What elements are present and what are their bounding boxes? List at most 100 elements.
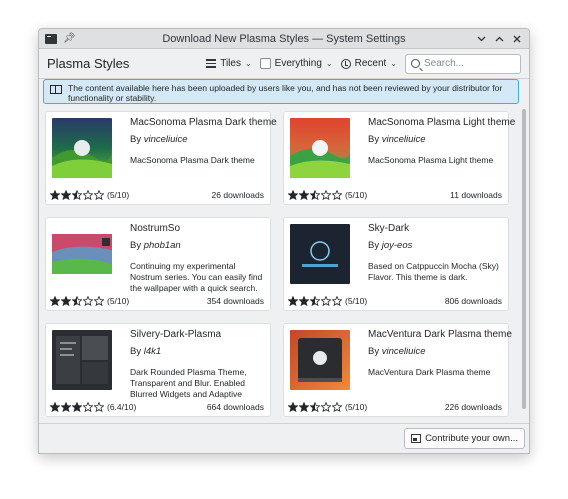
- style-author: By joy-eos: [368, 240, 413, 251]
- style-thumbnail[interactable]: [290, 330, 350, 390]
- style-name: MacSonoma Plasma Light theme: [368, 117, 516, 128]
- star-full-icon: [61, 190, 71, 200]
- rating-stars: [50, 190, 104, 200]
- star-half-icon: [72, 296, 82, 306]
- style-thumbnail[interactable]: [52, 118, 112, 178]
- star-half-icon: [72, 190, 82, 200]
- star-empty-icon: [332, 296, 342, 306]
- star-half-icon: [310, 190, 320, 200]
- rating: (5/10): [288, 402, 367, 412]
- pin-icon[interactable]: 📌︎: [63, 33, 76, 44]
- download-count: 354 downloads: [206, 296, 264, 306]
- star-full-icon: [299, 296, 309, 306]
- window-title: Download New Plasma Styles — System Sett…: [162, 32, 406, 45]
- book-icon: [50, 85, 62, 94]
- rating: (5/10): [288, 296, 367, 306]
- content-warning-banner: The content available here has been uplo…: [43, 79, 519, 104]
- rating-text: (5/10): [107, 190, 130, 200]
- styles-grid: MacSonoma Plasma Dark theme By vinceliui…: [43, 111, 519, 421]
- style-card[interactable]: NostrumSo By phob1an Continuing my exper…: [45, 217, 271, 311]
- star-empty-icon: [83, 190, 93, 200]
- author-name: l4k1: [143, 346, 162, 357]
- rating: (5/10): [50, 190, 129, 200]
- style-description: MacSonoma Plasma Light theme: [368, 155, 494, 165]
- image-upload-icon: [411, 434, 422, 443]
- style-name: MacSonoma Plasma Dark theme: [130, 117, 277, 128]
- search-field[interactable]: [405, 53, 521, 74]
- style-author: By vinceliuice: [368, 134, 426, 145]
- star-full-icon: [288, 190, 298, 200]
- rating: (5/10): [288, 190, 367, 200]
- warning-text: The content available here has been uplo…: [68, 83, 503, 103]
- filter-label: Everything: [274, 58, 322, 69]
- search-input[interactable]: [424, 58, 514, 69]
- star-full-icon: [61, 402, 71, 412]
- view-mode-label: Tiles: [220, 58, 241, 69]
- chevron-down-icon[interactable]: [475, 33, 487, 45]
- chevron-down-icon: ⌄: [244, 59, 252, 68]
- star-full-icon: [50, 296, 60, 306]
- star-empty-icon: [94, 190, 104, 200]
- rating-stars: [288, 190, 342, 200]
- star-full-icon: [72, 402, 82, 412]
- view-mode-button[interactable]: Tiles ⌄: [206, 58, 252, 69]
- scrollbar-thumb[interactable]: [522, 109, 526, 409]
- star-empty-icon: [83, 402, 93, 412]
- style-thumbnail[interactable]: [290, 224, 350, 284]
- style-card[interactable]: MacSonoma Plasma Light theme By vinceliu…: [283, 111, 515, 205]
- star-half-icon: [310, 402, 320, 412]
- title-bar[interactable]: 📌︎ Download New Plasma Styles — System S…: [39, 29, 529, 49]
- style-thumbnail[interactable]: [52, 224, 112, 284]
- rating-stars: [288, 402, 342, 412]
- close-icon[interactable]: [511, 33, 523, 45]
- contribute-button[interactable]: Contribute your own...: [404, 428, 525, 449]
- toolbar: Plasma Styles Tiles ⌄ Everything ⌄ Recen…: [39, 49, 529, 79]
- sort-label: Recent: [354, 58, 387, 69]
- author-name: joy-eos: [381, 240, 413, 251]
- style-thumbnail[interactable]: [52, 330, 112, 390]
- style-name: NostrumSo: [130, 223, 181, 234]
- star-empty-icon: [321, 296, 331, 306]
- star-empty-icon: [321, 402, 331, 412]
- style-author: By vinceliuice: [368, 346, 426, 357]
- rating-text: (5/10): [345, 402, 368, 412]
- style-thumbnail[interactable]: [290, 118, 350, 178]
- style-author: By l4k1: [130, 346, 162, 357]
- style-description: MacSonoma Plasma Dark theme: [130, 155, 255, 165]
- download-count: 664 downloads: [206, 402, 264, 412]
- filter-checkbox-icon: [259, 58, 271, 69]
- chevron-down-icon: ⌄: [325, 59, 333, 68]
- style-author: By phob1an: [130, 240, 181, 251]
- star-empty-icon: [332, 402, 342, 412]
- rating-text: (5/10): [107, 296, 130, 306]
- style-description: Continuing my experimental Nostrum serie…: [130, 261, 263, 293]
- style-description: Dark Rounded Plasma Theme, Transparent a…: [130, 367, 247, 399]
- clock-icon: [340, 58, 351, 69]
- style-author: By vinceliuice: [130, 134, 188, 145]
- filter-button[interactable]: Everything ⌄: [259, 58, 333, 69]
- bottom-bar: Contribute your own...: [39, 423, 529, 453]
- style-card[interactable]: Sky-Dark By joy-eos Based on Catppuccin …: [283, 217, 509, 311]
- star-empty-icon: [83, 296, 93, 306]
- rating: (6.4/10): [50, 402, 136, 412]
- style-card[interactable]: MacSonoma Plasma Dark theme By vinceliui…: [45, 111, 277, 205]
- star-full-icon: [288, 402, 298, 412]
- style-name: Sky-Dark: [368, 223, 410, 234]
- rating-text: (5/10): [345, 190, 368, 200]
- star-full-icon: [288, 296, 298, 306]
- rating-text: (6.4/10): [107, 402, 137, 412]
- author-name: phob1an: [143, 240, 181, 251]
- sort-button[interactable]: Recent ⌄: [340, 58, 397, 69]
- star-empty-icon: [94, 402, 104, 412]
- rating-stars: [50, 402, 104, 412]
- scrollbar[interactable]: [522, 107, 527, 427]
- style-card[interactable]: MacVentura Dark Plasma theme By vinceliu…: [283, 323, 512, 417]
- contribute-label: Contribute your own...: [425, 433, 518, 444]
- download-count: 26 downloads: [211, 190, 264, 200]
- download-count: 806 downloads: [444, 296, 502, 306]
- style-card[interactable]: Silvery-Dark-Plasma By l4k1 Dark Rounded…: [45, 323, 271, 417]
- page-title: Plasma Styles: [47, 56, 130, 71]
- chevron-up-icon[interactable]: [493, 33, 505, 45]
- star-full-icon: [61, 296, 71, 306]
- app-icon: [45, 33, 57, 44]
